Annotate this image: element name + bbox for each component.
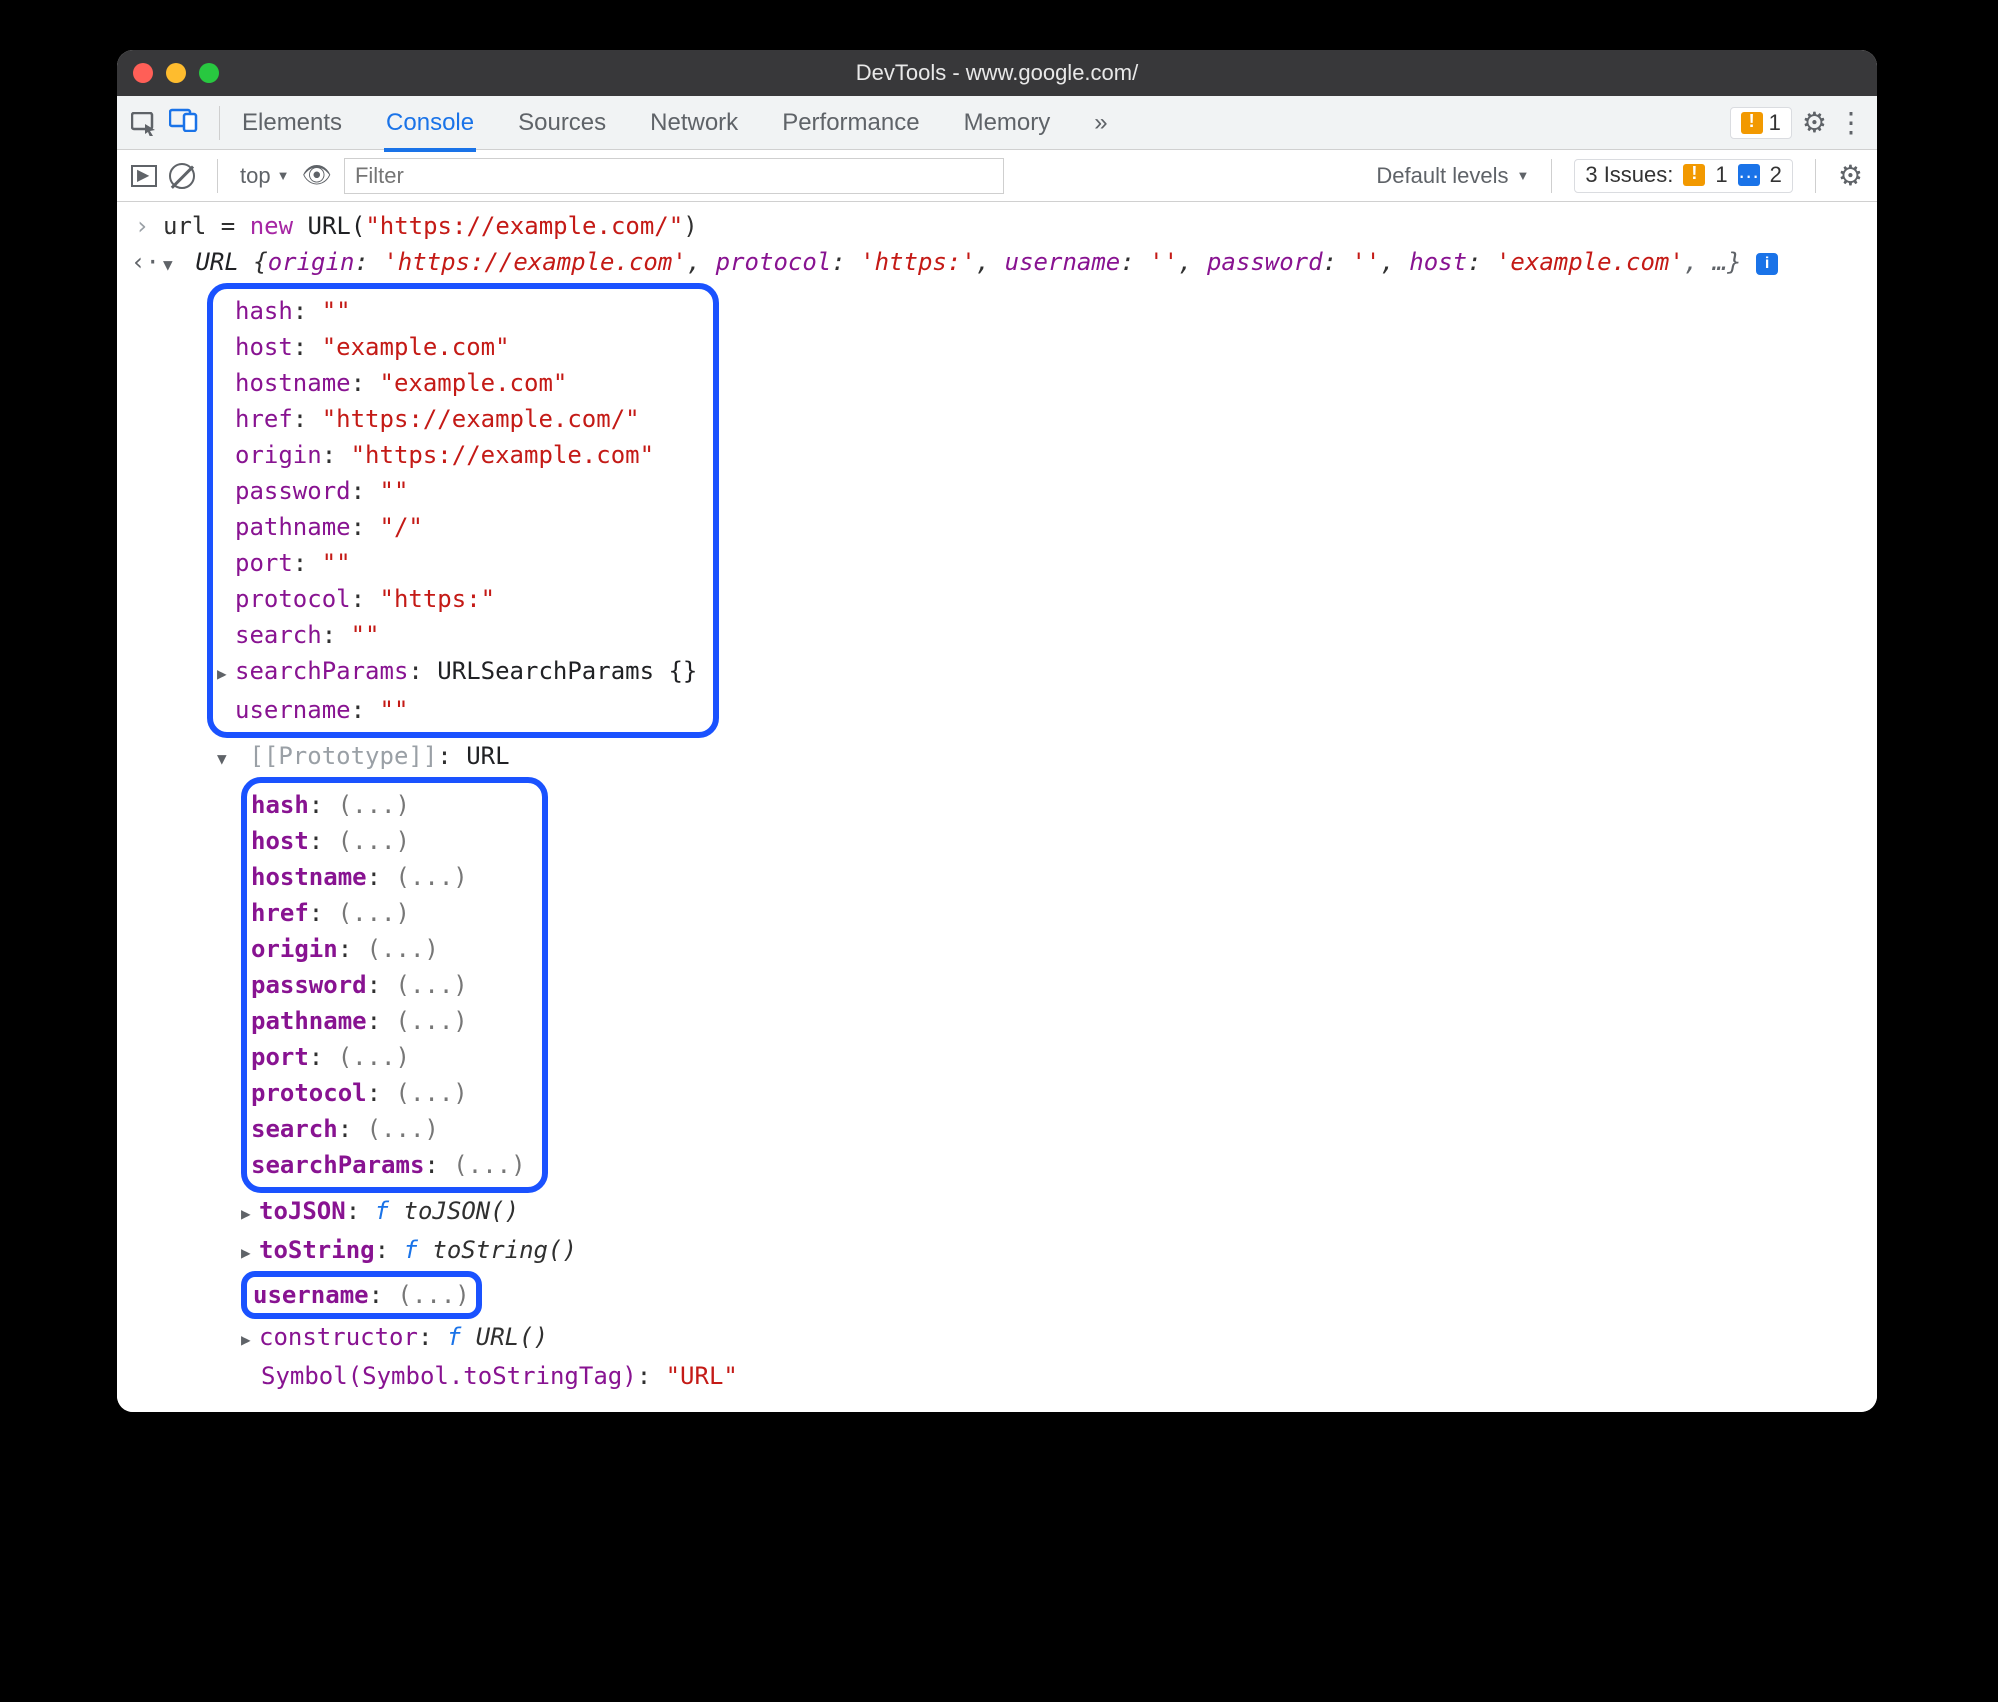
input-expression: url = new URL("https://example.com/") bbox=[153, 208, 698, 244]
device-toolbar-icon[interactable] bbox=[169, 108, 199, 137]
object-properties: hash: ""host: "example.com"hostname: "ex… bbox=[131, 283, 1863, 738]
issues-label: 3 Issues: bbox=[1585, 162, 1673, 188]
panel-tabs: Elements Console Sources Network Perform… bbox=[240, 99, 1110, 147]
clear-console-icon[interactable] bbox=[169, 163, 195, 189]
warning-icon bbox=[1741, 112, 1763, 134]
devtools-window: DevTools - www.google.com/ Elements Cons… bbox=[117, 50, 1877, 1412]
accessor-row[interactable]: origin: (...) bbox=[251, 931, 526, 967]
prop-toJSON[interactable]: toJSON: f toJSON() bbox=[131, 1193, 1863, 1232]
highlight-box-own-props: hash: ""host: "example.com"hostname: "ex… bbox=[207, 283, 719, 738]
accessor-row[interactable]: search: (...) bbox=[251, 1111, 526, 1147]
prototype-accessors: hash: (...)host: (...)hostname: (...)hre… bbox=[131, 777, 1863, 1193]
prop-row[interactable]: protocol: "https:" bbox=[217, 581, 697, 617]
prompt-icon: › bbox=[131, 208, 153, 244]
tab-sources[interactable]: Sources bbox=[516, 99, 608, 147]
warning-icon bbox=[1683, 164, 1705, 186]
console-settings-icon[interactable]: ⚙ bbox=[1838, 159, 1863, 192]
separator bbox=[1551, 159, 1552, 193]
tab-console[interactable]: Console bbox=[384, 99, 476, 147]
console-result-row[interactable]: ‹· URL {origin: 'https://example.com', p… bbox=[131, 244, 1863, 283]
accessor-row[interactable]: host: (...) bbox=[251, 823, 526, 859]
filter-input[interactable] bbox=[344, 158, 1004, 194]
result-icon: ‹· bbox=[131, 244, 153, 280]
more-menu-icon[interactable]: ⋮ bbox=[1837, 106, 1863, 139]
prop-row[interactable]: pathname: "/" bbox=[217, 509, 697, 545]
accessor-row[interactable]: protocol: (...) bbox=[251, 1075, 526, 1111]
accessor-row[interactable]: hash: (...) bbox=[251, 787, 526, 823]
window-controls bbox=[133, 63, 219, 83]
tab-performance[interactable]: Performance bbox=[780, 99, 921, 147]
highlight-box-accessors: hash: (...)host: (...)hostname: (...)hre… bbox=[241, 777, 548, 1193]
prop-toString[interactable]: toString: f toString() bbox=[131, 1232, 1863, 1271]
separator bbox=[1815, 159, 1816, 193]
toggle-sidebar-icon[interactable] bbox=[131, 165, 157, 187]
prop-searchParams[interactable]: searchParams: URLSearchParams {} bbox=[217, 653, 697, 692]
tab-elements[interactable]: Elements bbox=[240, 99, 344, 147]
issues-button[interactable]: 3 Issues: 1 2 bbox=[1574, 159, 1793, 193]
highlight-pill-username: username: (...) bbox=[241, 1271, 482, 1319]
titlebar[interactable]: DevTools - www.google.com/ bbox=[117, 50, 1877, 96]
prop-row[interactable]: href: "https://example.com/" bbox=[217, 401, 697, 437]
issues-info-count: 2 bbox=[1770, 162, 1782, 188]
prop-row[interactable]: search: "" bbox=[217, 617, 697, 653]
tab-network[interactable]: Network bbox=[648, 99, 740, 147]
disclosure-triangle[interactable] bbox=[217, 653, 235, 692]
console-output[interactable]: › url = new URL("https://example.com/") … bbox=[117, 202, 1877, 1412]
log-levels-selector[interactable]: Default levels ▼ bbox=[1376, 163, 1529, 189]
info-badge-icon[interactable]: i bbox=[1756, 253, 1778, 275]
prop-row[interactable]: hash: "" bbox=[217, 293, 697, 329]
prop-row[interactable]: port: "" bbox=[217, 545, 697, 581]
disclosure-triangle[interactable] bbox=[163, 244, 181, 283]
separator bbox=[217, 159, 218, 193]
console-toolbar: top ▼ 👁 Default levels ▼ 3 Issues: 1 2 ⚙ bbox=[117, 150, 1877, 202]
prop-row[interactable]: origin: "https://example.com" bbox=[217, 437, 697, 473]
tab-more[interactable]: » bbox=[1092, 99, 1109, 147]
disclosure-triangle[interactable] bbox=[241, 1232, 259, 1271]
issues-warn-count: 1 bbox=[1715, 162, 1727, 188]
minimize-window-button[interactable] bbox=[166, 63, 186, 83]
accessor-row[interactable]: href: (...) bbox=[251, 895, 526, 931]
warning-count: 1 bbox=[1769, 110, 1781, 136]
levels-label: Default levels bbox=[1376, 163, 1508, 189]
disclosure-triangle[interactable] bbox=[241, 1319, 259, 1358]
prop-row[interactable]: password: "" bbox=[217, 473, 697, 509]
window-title: DevTools - www.google.com/ bbox=[117, 60, 1877, 86]
tab-memory[interactable]: Memory bbox=[962, 99, 1053, 147]
disclosure-triangle[interactable] bbox=[217, 738, 235, 777]
disclosure-triangle[interactable] bbox=[241, 1193, 259, 1232]
object-summary[interactable]: URL {origin: 'https://example.com', prot… bbox=[195, 248, 1756, 276]
context-label: top bbox=[240, 163, 271, 189]
errors-warnings-badge[interactable]: 1 bbox=[1730, 107, 1792, 139]
prop-row[interactable]: host: "example.com" bbox=[217, 329, 697, 365]
prop-row[interactable]: hostname: "example.com" bbox=[217, 365, 697, 401]
prop-username[interactable]: username: "" bbox=[217, 692, 697, 728]
accessor-row[interactable]: pathname: (...) bbox=[251, 1003, 526, 1039]
accessor-row[interactable]: searchParams: (...) bbox=[251, 1147, 526, 1183]
accessor-row[interactable]: port: (...) bbox=[251, 1039, 526, 1075]
inspect-element-icon[interactable] bbox=[131, 112, 159, 134]
prototype-row[interactable]: [[Prototype]]: URL bbox=[131, 738, 1863, 777]
prop-constructor[interactable]: constructor: f URL() bbox=[131, 1319, 1863, 1358]
accessor-row[interactable]: hostname: (...) bbox=[251, 859, 526, 895]
chevron-down-icon: ▼ bbox=[277, 168, 290, 183]
accessor-row[interactable]: password: (...) bbox=[251, 967, 526, 1003]
live-expression-icon[interactable]: 👁 bbox=[301, 161, 331, 190]
prop-symbol[interactable]: Symbol(Symbol.toStringTag): "URL" bbox=[131, 1358, 1863, 1394]
close-window-button[interactable] bbox=[133, 63, 153, 83]
main-toolbar: Elements Console Sources Network Perform… bbox=[117, 96, 1877, 150]
separator bbox=[219, 106, 220, 140]
settings-icon[interactable]: ⚙ bbox=[1802, 106, 1827, 139]
chevron-down-icon: ▼ bbox=[1516, 168, 1529, 183]
info-icon bbox=[1738, 164, 1760, 186]
console-input-row[interactable]: › url = new URL("https://example.com/") bbox=[131, 208, 1863, 244]
zoom-window-button[interactable] bbox=[199, 63, 219, 83]
prop-proto-username[interactable]: username: (...) bbox=[131, 1271, 1863, 1319]
context-selector[interactable]: top ▼ bbox=[240, 163, 289, 189]
